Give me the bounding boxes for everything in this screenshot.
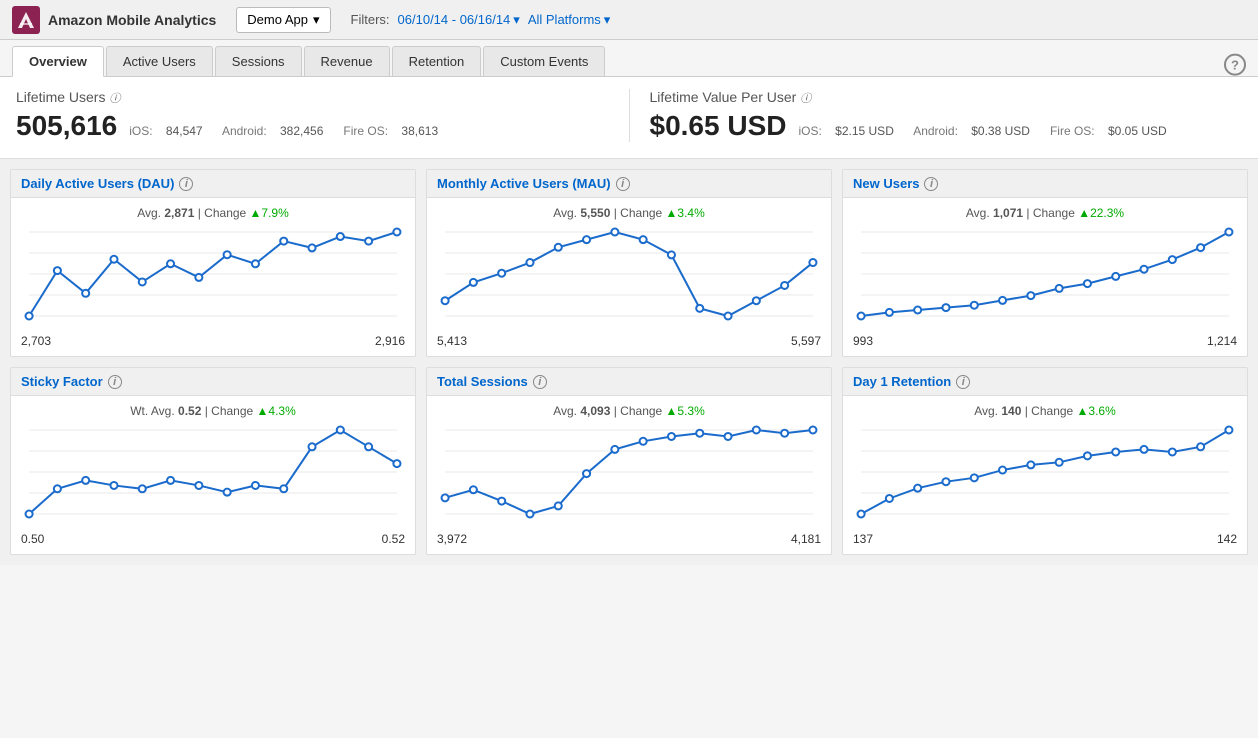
chart-card-new-users: New Users iAvg. 1,071 | Change ▲22.3% 99… xyxy=(842,169,1248,357)
chart-start-value-dau: 2,703 xyxy=(21,334,51,348)
chart-stats-dau: Avg. 2,871 | Change ▲7.9% xyxy=(11,198,415,224)
chart-start-value-total-sessions: 3,972 xyxy=(437,532,467,546)
lifetime-value-sub: iOS: $2.15 USD Android: $0.38 USD Fire O… xyxy=(798,124,1176,138)
chart-start-value-day1-retention: 137 xyxy=(853,532,873,546)
lifetime-users-panel: Lifetime Users ⓘ 505,616 iOS: 84,547 And… xyxy=(16,89,609,142)
line-chart-svg-new-users xyxy=(853,224,1237,324)
line-chart-svg-dau xyxy=(21,224,405,324)
charts-grid: Daily Active Users (DAU) iAvg. 2,871 | C… xyxy=(0,159,1258,565)
chart-info-icon-sticky-factor[interactable]: i xyxy=(108,375,122,389)
lifetime-value-label: Lifetime Value Per User ⓘ xyxy=(650,89,1243,106)
line-chart-svg-day1-retention xyxy=(853,422,1237,522)
chart-start-value-sticky-factor: 0.50 xyxy=(21,532,44,546)
lifetime-value-value: $0.65 USD xyxy=(650,110,787,142)
chart-footer-mau: 5,413 5,597 xyxy=(427,334,831,356)
chart-end-value-mau: 5,597 xyxy=(791,334,821,348)
chart-info-icon-day1-retention[interactable]: i xyxy=(956,375,970,389)
chart-header-sticky-factor: Sticky Factor i xyxy=(11,368,415,396)
lifetime-section: Lifetime Users ⓘ 505,616 iOS: 84,547 And… xyxy=(0,77,1258,159)
chart-stats-mau: Avg. 5,550 | Change ▲3.4% xyxy=(427,198,831,224)
tabs-bar: Overview Active Users Sessions Revenue R… xyxy=(0,40,1258,77)
chart-header-mau: Monthly Active Users (MAU) i xyxy=(427,170,831,198)
chart-footer-total-sessions: 3,972 4,181 xyxy=(427,532,831,554)
chart-end-value-sticky-factor: 0.52 xyxy=(382,532,405,546)
chart-body-new-users xyxy=(843,224,1247,334)
lifetime-value-info-icon[interactable]: ⓘ xyxy=(800,93,811,105)
line-chart-svg-total-sessions xyxy=(437,422,821,522)
app-logo: Amazon Mobile Analytics xyxy=(12,6,216,34)
tab-retention[interactable]: Retention xyxy=(392,46,482,76)
line-chart-svg-mau xyxy=(437,224,821,324)
chart-start-value-mau: 5,413 xyxy=(437,334,467,348)
amazon-logo-icon xyxy=(12,6,40,34)
chart-info-icon-total-sessions[interactable]: i xyxy=(533,375,547,389)
chart-footer-new-users: 993 1,214 xyxy=(843,334,1247,356)
chart-info-icon-dau[interactable]: i xyxy=(179,177,193,191)
chart-header-total-sessions: Total Sessions i xyxy=(427,368,831,396)
chart-card-sticky-factor: Sticky Factor iWt. Avg. 0.52 | Change ▲4… xyxy=(10,367,416,555)
chart-title-total-sessions: Total Sessions xyxy=(437,374,528,389)
chart-end-value-day1-retention: 142 xyxy=(1217,532,1237,546)
chart-header-new-users: New Users i xyxy=(843,170,1247,198)
chart-footer-dau: 2,703 2,916 xyxy=(11,334,415,356)
chart-stats-new-users: Avg. 1,071 | Change ▲22.3% xyxy=(843,198,1247,224)
chart-info-icon-new-users[interactable]: i xyxy=(924,177,938,191)
chart-info-icon-mau[interactable]: i xyxy=(616,177,630,191)
top-bar: Amazon Mobile Analytics Demo App ▾ Filte… xyxy=(0,0,1258,40)
date-range-filter[interactable]: 06/10/14 - 06/16/14 ▾ xyxy=(398,12,520,28)
tab-custom-events[interactable]: Custom Events xyxy=(483,46,605,76)
tab-overview[interactable]: Overview xyxy=(12,46,104,77)
lifetime-users-value: 505,616 xyxy=(16,110,117,142)
help-icon[interactable]: ? xyxy=(1224,54,1246,76)
chart-header-day1-retention: Day 1 Retention i xyxy=(843,368,1247,396)
chart-body-day1-retention xyxy=(843,422,1247,532)
app-name: Amazon Mobile Analytics xyxy=(48,12,216,28)
chart-title-day1-retention: Day 1 Retention xyxy=(853,374,951,389)
dropdown-arrow-icon: ▾ xyxy=(313,12,320,28)
chart-start-value-new-users: 993 xyxy=(853,334,873,348)
chart-stats-total-sessions: Avg. 4,093 | Change ▲5.3% xyxy=(427,396,831,422)
chart-stats-sticky-factor: Wt. Avg. 0.52 | Change ▲4.3% xyxy=(11,396,415,422)
chart-end-value-total-sessions: 4,181 xyxy=(791,532,821,546)
date-dropdown-icon: ▾ xyxy=(513,12,520,28)
chart-stats-day1-retention: Avg. 140 | Change ▲3.6% xyxy=(843,396,1247,422)
lifetime-users-info-icon[interactable]: ⓘ xyxy=(109,93,120,105)
tab-revenue[interactable]: Revenue xyxy=(304,46,390,76)
chart-card-total-sessions: Total Sessions iAvg. 4,093 | Change ▲5.3… xyxy=(426,367,832,555)
chart-body-dau xyxy=(11,224,415,334)
lifetime-value-panel: Lifetime Value Per User ⓘ $0.65 USD iOS:… xyxy=(629,89,1243,142)
filters-section: Filters: 06/10/14 - 06/16/14 ▾ All Platf… xyxy=(351,12,611,28)
chart-footer-sticky-factor: 0.50 0.52 xyxy=(11,532,415,554)
platforms-filter[interactable]: All Platforms ▾ xyxy=(528,12,611,28)
chart-body-total-sessions xyxy=(427,422,831,532)
chart-body-mau xyxy=(427,224,831,334)
tab-sessions[interactable]: Sessions xyxy=(215,46,302,76)
chart-card-day1-retention: Day 1 Retention iAvg. 140 | Change ▲3.6%… xyxy=(842,367,1248,555)
tab-active-users[interactable]: Active Users xyxy=(106,46,213,76)
chart-end-value-dau: 2,916 xyxy=(375,334,405,348)
chart-footer-day1-retention: 137 142 xyxy=(843,532,1247,554)
lifetime-users-sub: iOS: 84,547 Android: 382,456 Fire OS: 38… xyxy=(129,124,448,138)
platform-dropdown-icon: ▾ xyxy=(604,12,611,28)
demo-app-button[interactable]: Demo App ▾ xyxy=(236,7,330,33)
chart-title-dau: Daily Active Users (DAU) xyxy=(21,176,174,191)
line-chart-svg-sticky-factor xyxy=(21,422,405,522)
lifetime-users-label: Lifetime Users ⓘ xyxy=(16,89,609,106)
chart-end-value-new-users: 1,214 xyxy=(1207,334,1237,348)
chart-card-dau: Daily Active Users (DAU) iAvg. 2,871 | C… xyxy=(10,169,416,357)
chart-title-new-users: New Users xyxy=(853,176,919,191)
chart-card-mau: Monthly Active Users (MAU) iAvg. 5,550 |… xyxy=(426,169,832,357)
chart-header-dau: Daily Active Users (DAU) i xyxy=(11,170,415,198)
chart-body-sticky-factor xyxy=(11,422,415,532)
chart-title-sticky-factor: Sticky Factor xyxy=(21,374,103,389)
chart-title-mau: Monthly Active Users (MAU) xyxy=(437,176,611,191)
